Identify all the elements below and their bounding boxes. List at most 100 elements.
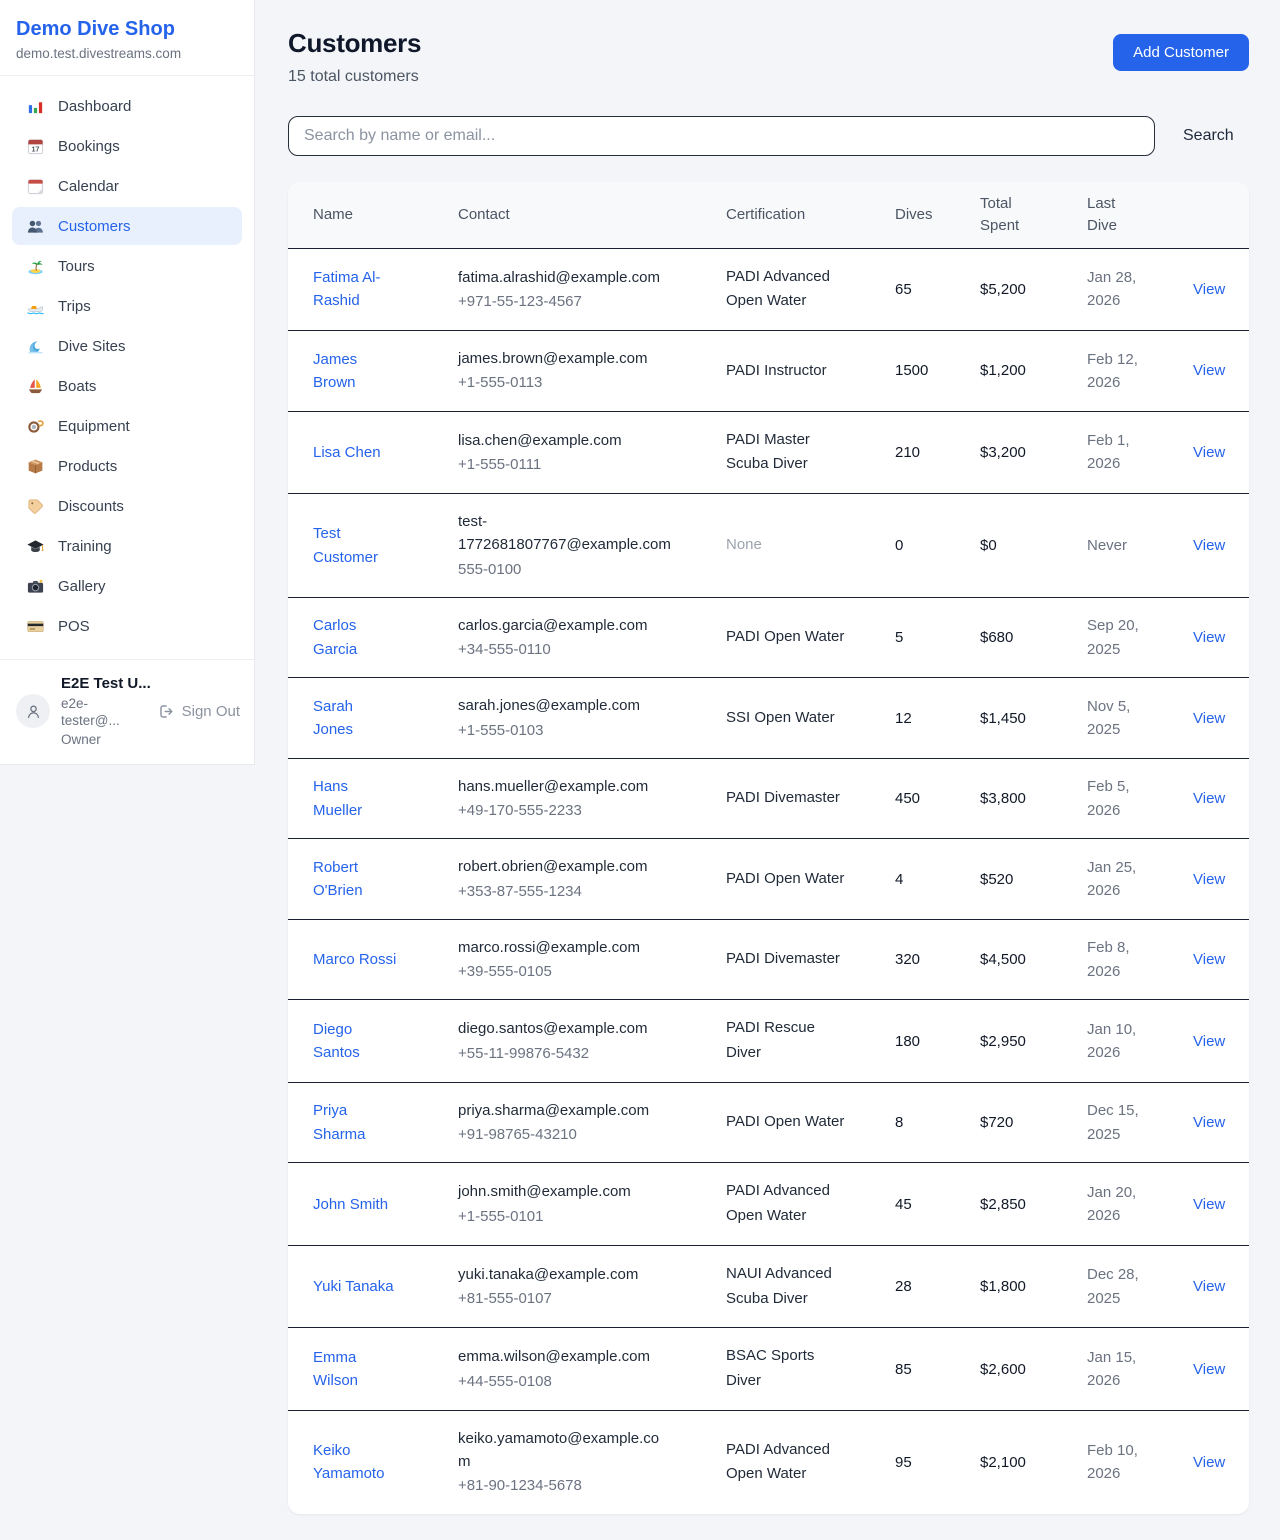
sidebar-item-trips[interactable]: Trips xyxy=(12,287,242,325)
view-customer-link[interactable]: View xyxy=(1193,790,1225,807)
customer-phone: +34-555-0110 xyxy=(458,638,671,661)
customer-email: hans.mueller@example.com xyxy=(458,775,671,798)
customer-certification: PADI Open Water xyxy=(726,628,844,645)
page-title: Customers xyxy=(288,28,421,59)
sidebar-item-products[interactable]: Products xyxy=(12,447,242,485)
customer-name-link[interactable]: Test Customer xyxy=(313,525,378,565)
search-button[interactable]: Search xyxy=(1171,119,1246,153)
customer-email: yuki.tanaka@example.com xyxy=(458,1263,671,1286)
table-row: Yuki Tanaka yuki.tanaka@example.com +81-… xyxy=(288,1245,1249,1328)
customer-dives: 210 xyxy=(895,411,980,494)
customer-name-link[interactable]: Marco Rossi xyxy=(313,951,396,968)
view-customer-link[interactable]: View xyxy=(1193,281,1225,298)
table-row: Fatima Al-Rashid fatima.alrashid@example… xyxy=(288,248,1249,331)
customer-name-link[interactable]: Hans Mueller xyxy=(313,778,362,818)
view-customer-link[interactable]: View xyxy=(1193,537,1225,554)
customer-name-link[interactable]: Carlos Garcia xyxy=(313,617,357,657)
customer-phone: +1-555-0111 xyxy=(458,453,671,476)
customer-name-link[interactable]: Diego Santos xyxy=(313,1021,360,1061)
customer-name-link[interactable]: Emma Wilson xyxy=(313,1349,358,1389)
table-row: Marco Rossi marco.rossi@example.com +39-… xyxy=(288,919,1249,1000)
sidebar-item-bookings[interactable]: 17 Bookings xyxy=(12,127,242,165)
search-input[interactable] xyxy=(288,116,1155,156)
view-customer-link[interactable]: View xyxy=(1193,1278,1225,1295)
customer-last-dive: Jan 25, 2026 xyxy=(1087,839,1193,920)
customer-certification: PADI Master Scuba Diver xyxy=(726,431,810,473)
customer-dives: 85 xyxy=(895,1328,980,1411)
customer-name-link[interactable]: Keiko Yamamoto xyxy=(313,1442,384,1482)
column-header-last-dive: Last Dive xyxy=(1087,182,1193,248)
customer-last-dive: Never xyxy=(1087,494,1193,598)
table-row: Carlos Garcia carlos.garcia@example.com … xyxy=(288,597,1249,678)
customer-total-spent: $2,850 xyxy=(980,1163,1087,1246)
view-customer-link[interactable]: View xyxy=(1193,362,1225,379)
sign-out-icon xyxy=(158,703,175,720)
sidebar-item-dive-sites[interactable]: Dive Sites xyxy=(12,327,242,365)
view-customer-link[interactable]: View xyxy=(1193,1114,1225,1131)
sidebar-item-boats[interactable]: Boats xyxy=(12,367,242,405)
avatar xyxy=(16,694,50,728)
sidebar-item-customers[interactable]: Customers xyxy=(12,207,242,245)
sidebar-item-dashboard[interactable]: Dashboard xyxy=(12,87,242,125)
sidebar-nav: Dashboard 17 Bookings Calendar Customers… xyxy=(0,76,254,659)
customer-name-link[interactable]: Sarah Jones xyxy=(313,698,353,738)
table-row: Hans Mueller hans.mueller@example.com +4… xyxy=(288,758,1249,839)
column-header-total-spent: Total Spent xyxy=(980,182,1087,248)
credit-card-icon xyxy=(25,616,45,636)
sidebar-item-tours[interactable]: Tours xyxy=(12,247,242,285)
customer-certification: NAUI Advanced Scuba Diver xyxy=(726,1265,832,1307)
customer-certification: PADI Advanced Open Water xyxy=(726,268,830,310)
customer-name-link[interactable]: Yuki Tanaka xyxy=(313,1278,394,1295)
view-customer-link[interactable]: View xyxy=(1193,1361,1225,1378)
customer-total-spent: $0 xyxy=(980,494,1087,598)
customer-dives: 5 xyxy=(895,597,980,678)
page-subtitle: 15 total customers xyxy=(288,68,421,86)
customer-email: james.brown@example.com xyxy=(458,347,671,370)
customer-name-link[interactable]: Robert O'Brien xyxy=(313,859,363,899)
customer-last-dive: Feb 10, 2026 xyxy=(1087,1410,1193,1513)
customer-email: test-1772681807767@example.com xyxy=(458,510,671,557)
customer-email: keiko.yamamoto@example.com xyxy=(458,1427,671,1474)
sign-out-label: Sign Out xyxy=(182,703,240,720)
customer-total-spent: $1,450 xyxy=(980,678,1087,759)
customer-certification: PADI Divemaster xyxy=(726,789,840,806)
customer-phone: +55-11-99876-5432 xyxy=(458,1042,671,1065)
customer-name-link[interactable]: Lisa Chen xyxy=(313,444,381,461)
svg-text:17: 17 xyxy=(31,145,39,153)
sidebar-item-pos[interactable]: POS xyxy=(12,607,242,645)
view-customer-link[interactable]: View xyxy=(1193,629,1225,646)
bar-chart-icon xyxy=(25,96,45,116)
sidebar-item-equipment[interactable]: Equipment xyxy=(12,407,242,445)
view-customer-link[interactable]: View xyxy=(1193,444,1225,461)
view-customer-link[interactable]: View xyxy=(1193,951,1225,968)
sidebar-item-gallery[interactable]: Gallery xyxy=(12,567,242,605)
customer-total-spent: $520 xyxy=(980,839,1087,920)
main-content: Customers 15 total customers Add Custome… xyxy=(255,0,1280,1540)
table-row: John Smith john.smith@example.com +1-555… xyxy=(288,1163,1249,1246)
table-row: Diego Santos diego.santos@example.com +5… xyxy=(288,1000,1249,1083)
customer-name-link[interactable]: Priya Sharma xyxy=(313,1102,366,1142)
sign-out-button[interactable]: Sign Out xyxy=(158,703,240,720)
sidebar-item-discounts[interactable]: Discounts xyxy=(12,487,242,525)
customer-last-dive: Jan 15, 2026 xyxy=(1087,1328,1193,1411)
customer-last-dive: Dec 28, 2025 xyxy=(1087,1245,1193,1328)
view-customer-link[interactable]: View xyxy=(1193,1033,1225,1050)
view-customer-link[interactable]: View xyxy=(1193,1196,1225,1213)
user-role: Owner xyxy=(61,731,147,749)
sidebar-item-calendar[interactable]: Calendar xyxy=(12,167,242,205)
sidebar-item-training[interactable]: Training xyxy=(12,527,242,565)
customer-name-link[interactable]: John Smith xyxy=(313,1196,388,1213)
customer-email: diego.santos@example.com xyxy=(458,1017,671,1040)
customer-phone: +39-555-0105 xyxy=(458,960,671,983)
view-customer-link[interactable]: View xyxy=(1193,1454,1225,1471)
customer-certification: PADI Rescue Diver xyxy=(726,1019,815,1061)
customer-name-link[interactable]: Fatima Al-Rashid xyxy=(313,269,381,309)
view-customer-link[interactable]: View xyxy=(1193,871,1225,888)
customer-phone: +1-555-0103 xyxy=(458,719,671,742)
customer-total-spent: $4,500 xyxy=(980,919,1087,1000)
customer-name-link[interactable]: James Brown xyxy=(313,351,357,391)
customer-last-dive: Jan 10, 2026 xyxy=(1087,1000,1193,1083)
sailboat-icon xyxy=(25,376,45,396)
view-customer-link[interactable]: View xyxy=(1193,710,1225,727)
add-customer-button[interactable]: Add Customer xyxy=(1113,34,1249,71)
